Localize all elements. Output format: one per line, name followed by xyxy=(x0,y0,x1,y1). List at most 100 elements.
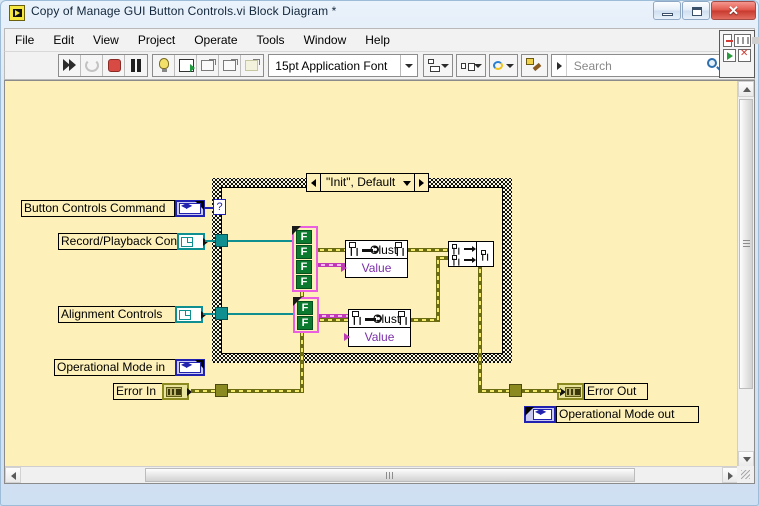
highlight-execution-button[interactable] xyxy=(153,55,176,76)
vertical-scrollbar-thumb[interactable] xyxy=(739,99,753,389)
control-terminal-button-controls-command[interactable] xyxy=(175,200,205,217)
scroll-up-button[interactable] xyxy=(738,81,754,97)
previous-case-icon[interactable] xyxy=(307,174,321,191)
control-label-record-playback-controls[interactable]: Record/Playback Controls xyxy=(58,233,200,250)
window-controls: ✕ xyxy=(652,1,756,20)
boolean-array-constant-2[interactable]: F F xyxy=(293,297,319,333)
boolean-array-constant-1[interactable]: F F F F xyxy=(292,226,318,292)
abort-execution-button[interactable] xyxy=(103,55,126,76)
retain-wire-values-button[interactable] xyxy=(175,55,198,76)
menu-item-operate[interactable]: Operate xyxy=(194,33,237,47)
tunnel-error-out[interactable] xyxy=(509,384,522,397)
wire-boolean-array-2[interactable] xyxy=(318,314,350,318)
align-objects-button[interactable] xyxy=(423,54,453,77)
chevron-down-icon xyxy=(506,64,515,68)
run-continuously-button[interactable] xyxy=(81,55,104,76)
clean-up-diagram-button[interactable] xyxy=(521,54,548,77)
step-out-button[interactable] xyxy=(241,55,263,76)
step-into-button[interactable] xyxy=(197,55,220,76)
case-selector[interactable]: "Init", Default xyxy=(306,173,430,192)
boolean-cell[interactable]: F xyxy=(296,260,312,274)
wire-error-out-to-indicator[interactable] xyxy=(521,389,561,393)
bundle-by-name-1[interactable]: Clust Value xyxy=(341,240,408,278)
bundle-row-value[interactable]: Value xyxy=(344,328,410,346)
menu-item-help[interactable]: Help xyxy=(365,33,390,47)
labview-block-diagram-window: Copy of Manage GUI Button Controls.vi Bl… xyxy=(0,0,759,506)
indicator-terminal-operational-mode-out[interactable] xyxy=(524,406,556,423)
menu-item-file[interactable]: File xyxy=(15,33,34,47)
wire-merge-out-vertical[interactable] xyxy=(478,265,482,393)
menu-item-view[interactable]: View xyxy=(93,33,119,47)
search-scope-icon[interactable] xyxy=(552,55,567,76)
case-selector-terminal[interactable]: ? xyxy=(213,199,226,215)
scroll-down-button[interactable] xyxy=(738,451,754,467)
chevron-down-icon[interactable] xyxy=(400,174,414,191)
vi-icon-connector-pane[interactable] xyxy=(719,30,759,78)
plus-icon xyxy=(723,34,733,47)
bundle-value-label: Value xyxy=(361,261,392,275)
control-label-operational-mode-in[interactable]: Operational Mode in xyxy=(54,359,176,376)
clean-up-diagram-icon xyxy=(526,58,543,74)
boolean-cell[interactable]: F xyxy=(297,316,313,330)
boolean-cell[interactable]: F xyxy=(296,275,312,289)
error-cluster-icon xyxy=(451,244,461,255)
cluster-in-icon xyxy=(348,242,359,257)
wire-alignment-inner[interactable] xyxy=(227,313,297,315)
wire-error-inner-bottom[interactable] xyxy=(227,389,304,393)
boolean-cell[interactable]: F xyxy=(296,245,312,259)
wire-bundle-2-out-v[interactable] xyxy=(436,256,440,322)
chevron-down-icon xyxy=(400,55,417,76)
maximize-button[interactable] xyxy=(682,1,710,20)
reorder-button[interactable] xyxy=(488,54,519,77)
control-terminal-error-in[interactable] xyxy=(162,383,192,400)
toolbar: 15pt Application Font Search xyxy=(4,51,755,80)
horizontal-scrollbar-thumb[interactable] xyxy=(145,468,635,482)
run-button[interactable] xyxy=(59,55,82,76)
cluster-out-icon xyxy=(394,242,405,257)
run-controls-group xyxy=(58,54,149,77)
title-bar: Copy of Manage GUI Button Controls.vi Bl… xyxy=(0,0,759,27)
tunnel-error-in[interactable] xyxy=(215,384,228,397)
search-input[interactable]: Search xyxy=(567,59,704,73)
menu-item-tools[interactable]: Tools xyxy=(257,33,285,47)
menu-item-edit[interactable]: Edit xyxy=(53,33,74,47)
control-terminal-operational-mode-in[interactable] xyxy=(175,359,205,376)
next-case-icon[interactable] xyxy=(414,174,428,191)
block-diagram-canvas[interactable]: "Init", Default ? Button Controls Comman… xyxy=(5,81,738,467)
control-label-button-controls-command[interactable]: Button Controls Command xyxy=(21,200,175,217)
merge-errors-node[interactable] xyxy=(448,241,494,267)
bundle-by-name-2[interactable]: Clust Value xyxy=(344,309,411,347)
vertical-scrollbar[interactable] xyxy=(737,81,754,467)
grip-icon xyxy=(743,240,750,248)
horizontal-scrollbar[interactable] xyxy=(5,466,738,483)
arrow-right-icon xyxy=(464,257,476,263)
error-cluster-terminal-icon xyxy=(166,387,182,397)
distribute-objects-button[interactable] xyxy=(455,54,486,77)
scroll-left-button[interactable] xyxy=(5,467,21,483)
resize-grip[interactable] xyxy=(737,466,754,483)
control-label-alignment-controls[interactable]: Alignment Controls xyxy=(58,306,176,323)
font-selector-label: 15pt Application Font xyxy=(275,58,388,73)
menu-item-project[interactable]: Project xyxy=(138,33,175,47)
bundle-row-cluster: Clust xyxy=(349,310,410,328)
close-button[interactable]: ✕ xyxy=(711,1,756,20)
step-over-button[interactable] xyxy=(219,55,242,76)
control-label-error-in[interactable]: Error In xyxy=(113,383,163,400)
minimize-button[interactable] xyxy=(653,1,681,20)
tunnel-record-playback[interactable] xyxy=(215,234,228,247)
pause-button[interactable] xyxy=(125,55,147,76)
menu-item-window[interactable]: Window xyxy=(304,33,347,47)
control-terminal-record-playback-controls[interactable] xyxy=(177,233,208,250)
wire-record-playback-inner[interactable] xyxy=(227,240,297,242)
bundle-row-value[interactable]: Value xyxy=(341,259,407,277)
indicator-terminal-error-out[interactable] xyxy=(557,383,584,400)
arrow-right-icon xyxy=(464,246,476,252)
font-selector[interactable]: 15pt Application Font xyxy=(268,54,419,77)
wire-error-in[interactable] xyxy=(191,389,217,393)
indicator-label-error-out[interactable]: Error Out xyxy=(584,383,648,400)
control-terminal-alignment-controls[interactable] xyxy=(175,306,206,323)
tunnel-alignment[interactable] xyxy=(215,307,228,320)
search-box[interactable]: Search xyxy=(550,54,727,77)
scroll-right-button[interactable] xyxy=(722,467,738,483)
indicator-label-operational-mode-out[interactable]: Operational Mode out xyxy=(556,406,699,423)
